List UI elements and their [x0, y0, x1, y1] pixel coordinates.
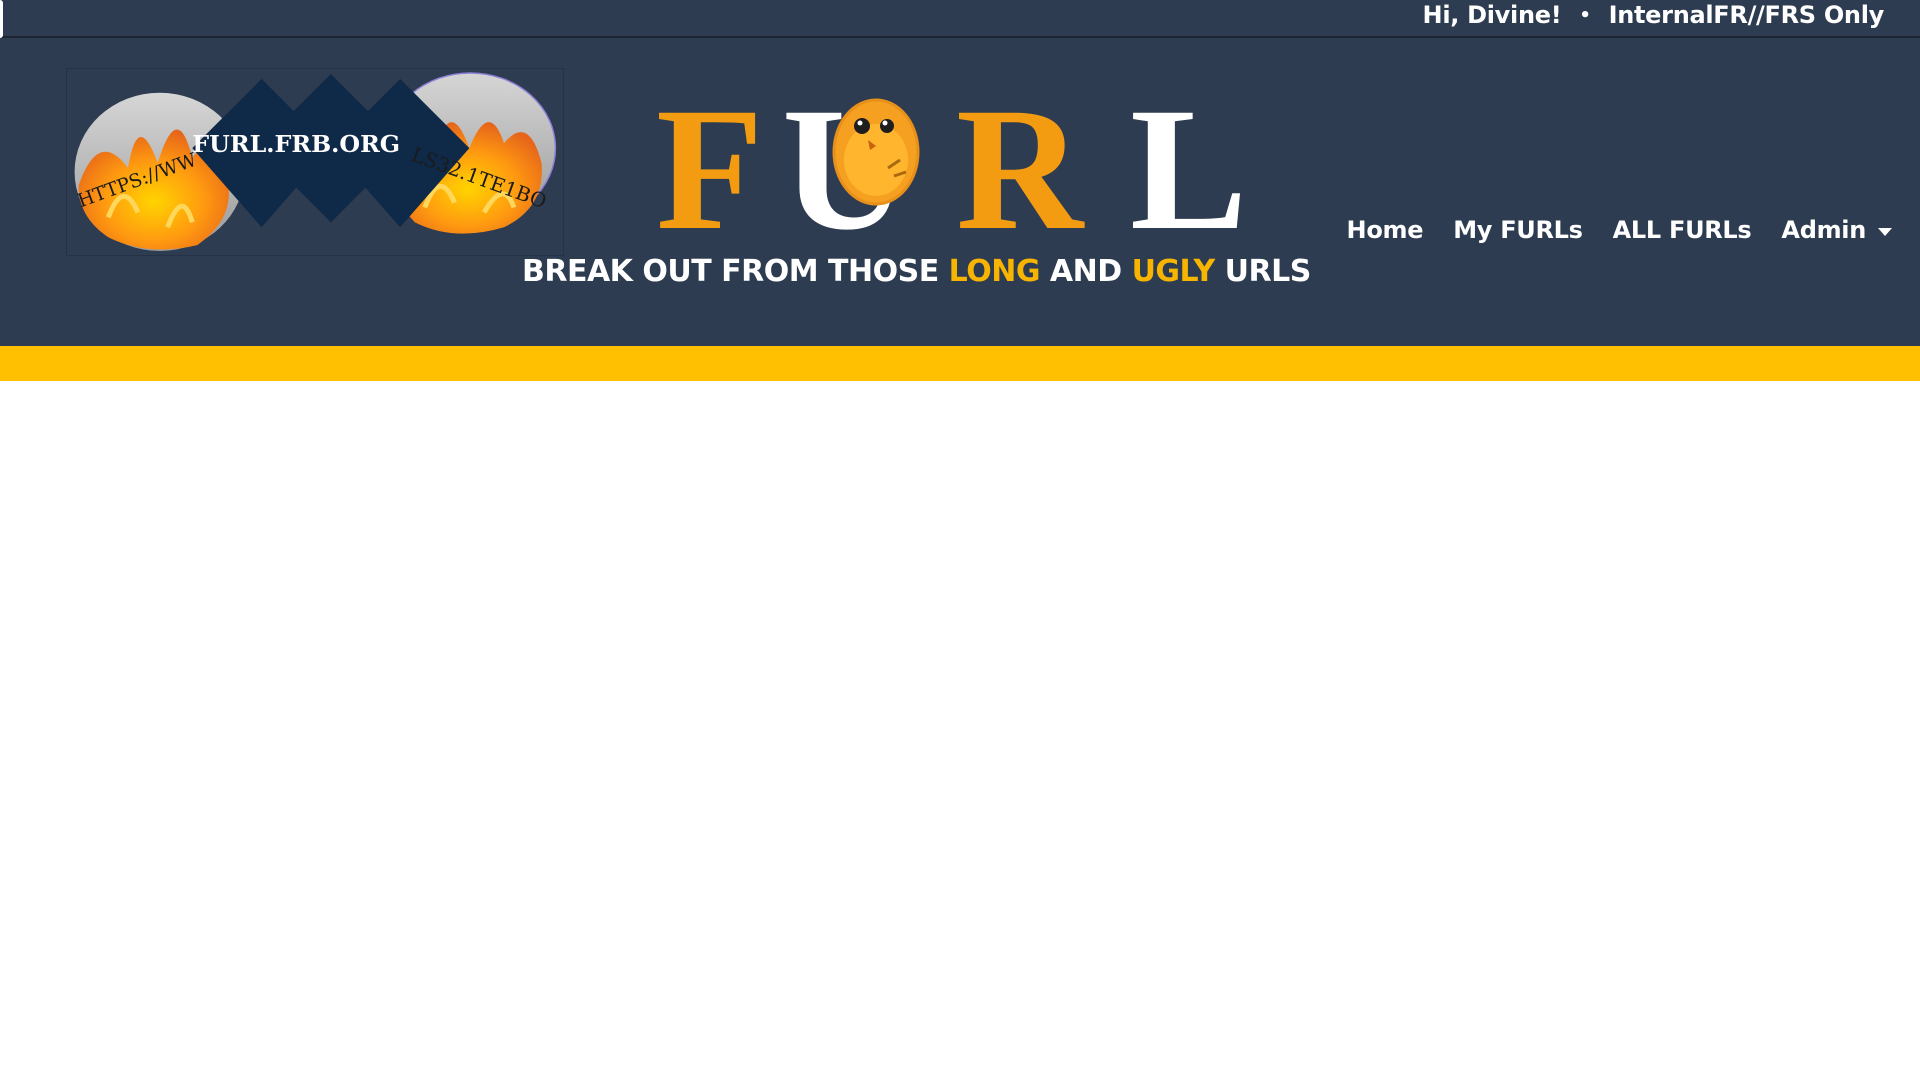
- nav-admin-dropdown[interactable]: Admin: [1781, 216, 1892, 244]
- user-greeting: Hi, Divine!: [1422, 1, 1562, 29]
- tagline-highlight-ugly: UGLY: [1131, 254, 1216, 289]
- separator-dot: •: [1579, 4, 1591, 26]
- furl-wordmark: F U R L: [656, 72, 1247, 248]
- wordmark-letter-r: R: [956, 72, 1085, 248]
- chick-mascot-icon: [832, 98, 920, 206]
- classification-label: InternalFR//FRS Only: [1608, 1, 1885, 29]
- tagline: BREAK OUT FROM THOSE LONG AND UGLY URLS: [522, 254, 1311, 289]
- tagline-part-1: BREAK OUT FROM THOSE: [522, 254, 949, 289]
- top-utility-bar: Hi, Divine! • InternalFR//FRS Only: [0, 0, 1920, 38]
- tagline-highlight-long: LONG: [948, 254, 1041, 289]
- nav-all-furls[interactable]: ALL FURLs: [1613, 216, 1752, 244]
- furl-logo-image[interactable]: FURL.FRB.ORG HTTPS://WW LS32.1TE1BO: [66, 68, 564, 256]
- tagline-part-3: AND: [1039, 254, 1132, 289]
- nav-my-furls[interactable]: My FURLs: [1453, 216, 1583, 244]
- tagline-part-5: URLS: [1214, 254, 1312, 289]
- main-nav: Home My FURLs ALL FURLs Admin: [1317, 216, 1892, 244]
- logo-center-text: FURL.FRB.ORG: [192, 130, 400, 158]
- nav-home[interactable]: Home: [1347, 216, 1424, 244]
- nav-admin-label: Admin: [1781, 216, 1866, 244]
- accent-stripe: [0, 346, 1920, 381]
- site-header: FURL.FRB.ORG HTTPS://WW LS32.1TE1BO F U …: [0, 38, 1920, 346]
- main-content-area: [0, 381, 1920, 1080]
- wordmark-letter-l: L: [1130, 72, 1247, 248]
- window-edge: [0, 0, 3, 38]
- caret-down-icon: [1878, 228, 1892, 236]
- user-info: Hi, Divine! • InternalFR//FRS Only: [1422, 0, 1885, 30]
- wordmark-letter-f: F: [656, 72, 764, 248]
